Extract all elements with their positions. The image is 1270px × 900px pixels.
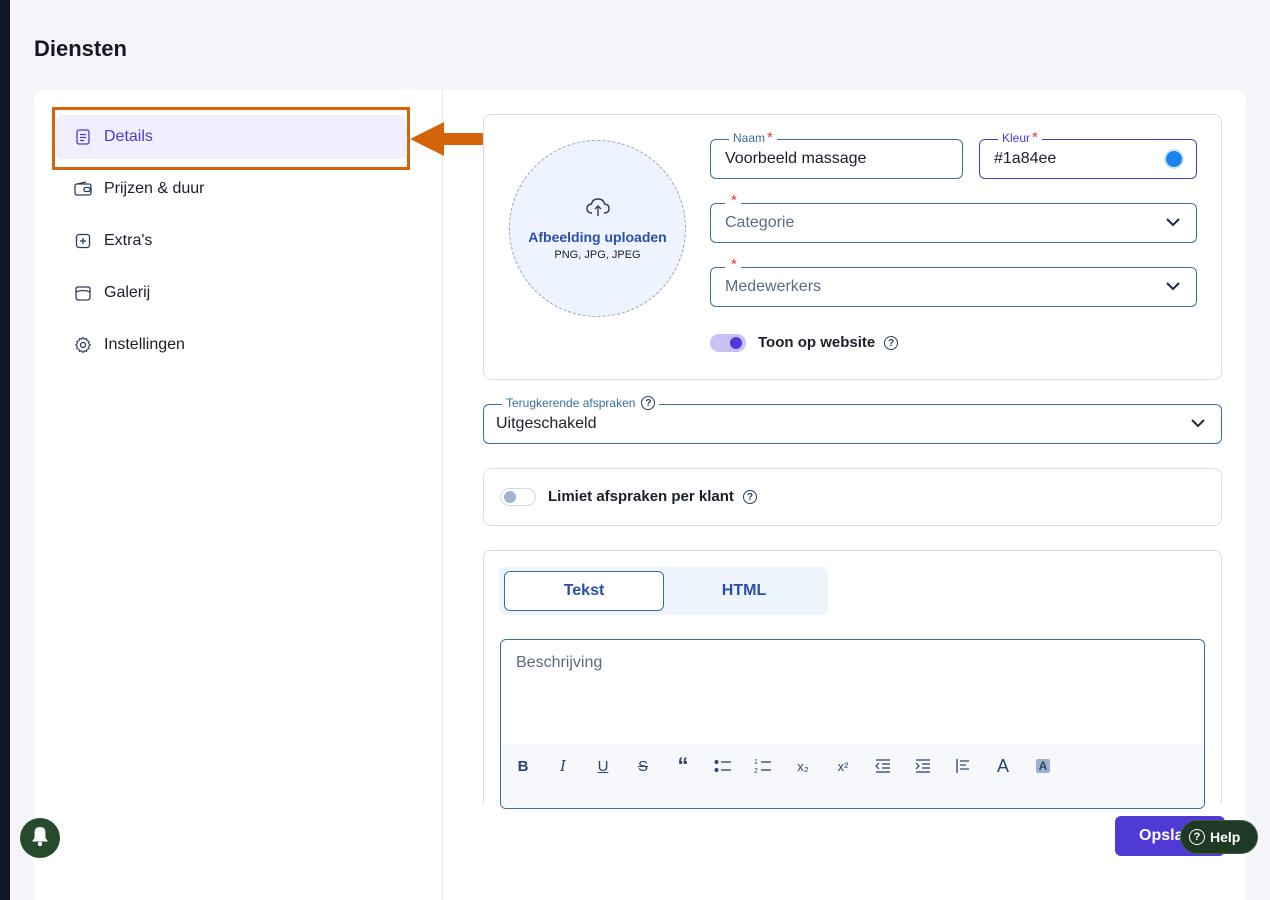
chevron-down-icon: [1166, 214, 1180, 232]
required-mark: *: [1032, 129, 1038, 146]
toon-op-website-label: Toon op website: [758, 334, 876, 351]
wallet-icon: [74, 180, 92, 198]
gallery-icon: [74, 284, 92, 302]
subscript-icon[interactable]: x₂: [791, 754, 815, 778]
description-placeholder: Beschrijving: [516, 654, 603, 671]
categorie-placeholder: Categorie: [725, 214, 795, 231]
bullet-list-icon[interactable]: [711, 754, 735, 778]
sidebar-item-extras[interactable]: Extra's: [56, 219, 406, 263]
description-editor[interactable]: Beschrijving B I U S “ 12 x₂ x² A A: [500, 639, 1205, 809]
notifications-button[interactable]: [20, 818, 60, 858]
image-upload-button[interactable]: Afbeelding uploaden PNG, JPG, JPEG: [509, 140, 686, 317]
help-button[interactable]: ? Help: [1180, 820, 1258, 854]
terugkerende-value: Uitgeschakeld: [496, 415, 597, 432]
toggle-knob: [730, 337, 742, 349]
indent-icon[interactable]: [911, 754, 935, 778]
svg-text:2: 2: [754, 768, 758, 774]
terugkerende-select[interactable]: Terugkerende afspraken ? Uitgeschakeld: [483, 396, 1222, 444]
page-title: Diensten: [34, 36, 127, 61]
color-swatch[interactable]: [1164, 149, 1184, 169]
toon-op-website-toggle[interactable]: [710, 334, 746, 352]
left-edge-strip: [0, 0, 10, 900]
naam-value: Voorbeeld massage: [725, 150, 867, 167]
plus-square-icon: [74, 232, 92, 250]
help-circle-icon: ?: [1189, 829, 1205, 845]
gear-icon: [74, 336, 92, 354]
highlight-box: [52, 107, 410, 170]
sidebar-item-label: Instellingen: [104, 336, 185, 353]
sidebar-item-label: Extra's: [104, 232, 153, 249]
kleur-field[interactable]: Kleur * #1a84ee: [979, 130, 1197, 179]
highlight-color-icon[interactable]: A: [1031, 754, 1055, 778]
required-mark: *: [731, 192, 737, 209]
medewerkers-select[interactable]: * Medewerkers: [710, 257, 1197, 307]
naam-label: Naam: [733, 131, 766, 145]
editor-tabs: Tekst HTML: [499, 567, 828, 615]
categorie-legend: *: [725, 192, 741, 209]
required-mark: *: [731, 256, 737, 273]
kleur-value: #1a84ee: [994, 150, 1057, 167]
medewerkers-placeholder: Medewerkers: [725, 278, 822, 295]
svg-text:1: 1: [754, 759, 758, 766]
superscript-icon[interactable]: x²: [831, 754, 855, 778]
help-circle-icon[interactable]: ?: [641, 396, 656, 410]
required-mark: *: [767, 129, 773, 146]
limiet-label: Limiet afspraken per klant: [548, 488, 734, 505]
numbered-list-icon[interactable]: 12: [751, 754, 775, 778]
sidebar-item-instellingen[interactable]: Instellingen: [56, 323, 406, 367]
strikethrough-icon[interactable]: S: [631, 754, 655, 778]
upload-formats: PNG, JPG, JPEG: [554, 249, 641, 261]
bell-icon: [30, 825, 50, 852]
kleur-label: Kleur: [1002, 131, 1031, 145]
terugkerende-label: Terugkerende afspraken: [506, 396, 636, 410]
terugkerende-legend: Terugkerende afspraken ?: [502, 396, 660, 410]
tab-html[interactable]: HTML: [664, 571, 824, 611]
toggle-knob: [504, 491, 516, 503]
cloud-upload-icon: [585, 196, 611, 223]
outdent-icon[interactable]: [871, 754, 895, 778]
upload-label: Afbeelding uploaden: [528, 229, 667, 245]
help-circle-icon[interactable]: ?: [743, 490, 757, 504]
bold-icon[interactable]: B: [511, 754, 535, 778]
kleur-legend: Kleur *: [998, 129, 1042, 146]
sidebar-item-label: Galerij: [104, 284, 151, 301]
medewerkers-legend: *: [725, 256, 741, 273]
underline-icon[interactable]: U: [591, 754, 615, 778]
quote-icon[interactable]: “: [671, 753, 695, 778]
help-label: Help: [1210, 829, 1241, 845]
sidebar-item-prijzen[interactable]: Prijzen & duur: [56, 167, 406, 211]
naam-legend: Naam *: [729, 129, 777, 146]
tab-tekst[interactable]: Tekst: [504, 571, 664, 611]
italic-icon[interactable]: I: [551, 754, 575, 778]
sidebar-item-galerij[interactable]: Galerij: [56, 271, 406, 315]
font-color-icon[interactable]: A: [991, 754, 1015, 778]
chevron-down-icon: [1191, 415, 1205, 433]
sidebar: Details Prijzen & duur Extra's Galerij I…: [34, 90, 443, 900]
align-left-icon[interactable]: [951, 754, 975, 778]
chevron-down-icon: [1166, 278, 1180, 296]
help-circle-icon[interactable]: ?: [884, 336, 898, 350]
categorie-select[interactable]: * Categorie: [710, 193, 1197, 243]
limiet-toggle[interactable]: [500, 488, 536, 506]
sidebar-item-label: Prijzen & duur: [104, 180, 205, 197]
naam-field[interactable]: Naam * Voorbeeld massage: [710, 130, 963, 179]
editor-toolbar: B I U S “ 12 x₂ x² A A: [501, 744, 1204, 808]
